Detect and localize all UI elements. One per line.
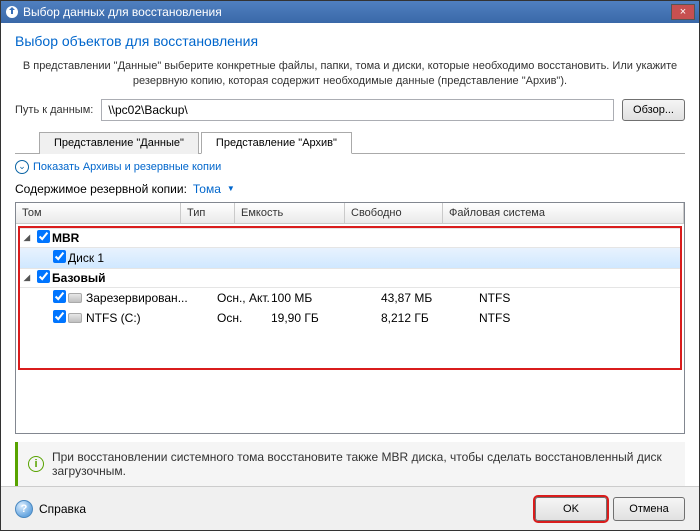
app-icon [5,5,19,19]
disk-icon [68,293,82,303]
titlebar: Выбор данных для восстановления × [1,1,699,23]
bottom-bar: ? Справка OK Отмена [1,486,699,530]
window-title: Выбор данных для восстановления [23,5,671,19]
browse-button[interactable]: Обзор... [622,99,685,121]
row2-name: NTFS (C:) [86,311,141,325]
col-em[interactable]: Емкость [235,203,345,223]
help-button[interactable]: ? Справка [15,500,86,518]
row1-sv: 43,87 МБ [381,291,479,305]
row1-em: 100 МБ [271,291,381,305]
col-tom[interactable]: Том [16,203,181,223]
row-disk1[interactable]: Диск 1 [20,248,680,268]
path-input[interactable] [101,99,614,121]
table-row[interactable]: Зарезервирован... Осн., Акт. 100 МБ 43,8… [20,288,680,308]
ok-button[interactable]: OK [535,497,607,521]
expand-arrow-icon[interactable]: ◢ [20,273,34,282]
chevron-down-icon[interactable]: ⌄ [15,160,29,174]
col-fs[interactable]: Файловая система [443,203,684,223]
col-tip[interactable]: Тип [181,203,235,223]
row1-checkbox[interactable] [53,290,66,303]
help-icon: ? [15,500,33,518]
tab-data[interactable]: Представление "Данные" [39,132,199,154]
table-row[interactable]: NTFS (C:) Осн. 19,90 ГБ 8,212 ГБ NTFS [20,308,680,328]
cancel-button[interactable]: Отмена [613,497,685,521]
row1-tip: Осн., Акт. [217,291,271,305]
instruction-text: В представлении "Данные" выберите конкре… [15,59,685,89]
group-mbr[interactable]: ◢ MBR [20,228,680,248]
basic-checkbox[interactable] [37,270,50,283]
close-button[interactable]: × [671,4,695,20]
grid-header: Том Тип Емкость Свободно Файловая систем… [16,203,684,224]
chevron-down-icon[interactable]: ▼ [227,184,235,193]
row2-sv: 8,212 ГБ [381,311,479,325]
tab-bar: Представление "Данные" Представление "Ар… [15,131,685,154]
page-title: Выбор объектов для восстановления [15,33,685,49]
basic-label: Базовый [52,271,680,285]
row1-fs: NTFS [479,291,680,305]
info-icon: i [28,456,44,472]
row1-name: Зарезервирован... [86,291,188,305]
help-label: Справка [39,502,86,516]
backup-content-dropdown[interactable]: Тома [193,182,221,196]
info-text: При восстановлении системного тома восст… [52,450,675,478]
disk-icon [68,313,82,323]
disk1-checkbox[interactable] [53,250,66,263]
mbr-label: MBR [52,231,680,245]
tab-archive[interactable]: Представление "Архив" [201,132,352,154]
mbr-checkbox[interactable] [37,230,50,243]
show-archives-link[interactable]: Показать Архивы и резервные копии [33,161,221,173]
disk1-label: Диск 1 [68,251,217,265]
row2-em: 19,90 ГБ [271,311,381,325]
info-bar: i При восстановлении системного тома вос… [15,442,685,486]
row2-tip: Осн. [217,311,271,325]
col-sv[interactable]: Свободно [345,203,443,223]
volumes-grid: Том Тип Емкость Свободно Файловая систем… [15,202,685,434]
expand-arrow-icon[interactable]: ◢ [20,233,34,242]
group-basic[interactable]: ◢ Базовый [20,268,680,288]
backup-content-label: Содержимое резервной копии: [15,182,187,196]
path-label: Путь к данным: [15,104,93,116]
row2-checkbox[interactable] [53,310,66,323]
row2-fs: NTFS [479,311,680,325]
